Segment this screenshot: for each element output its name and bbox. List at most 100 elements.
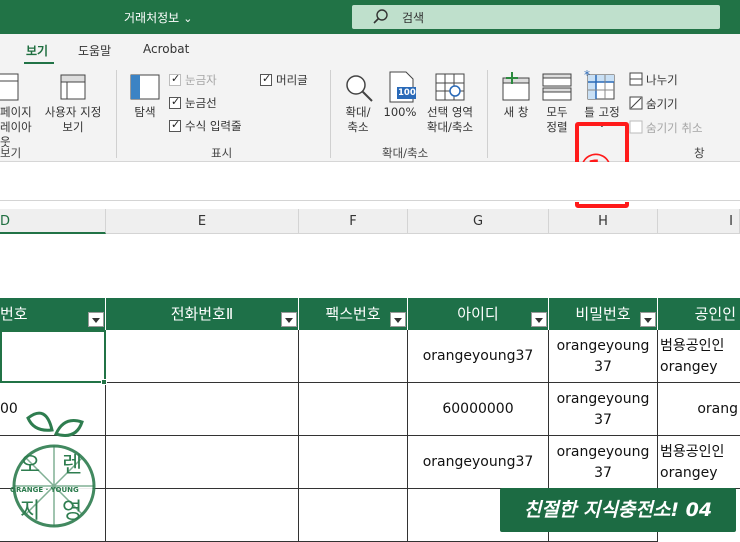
freeze-panes-label: 틀 고정	[584, 105, 620, 119]
table-cell[interactable]	[106, 383, 299, 436]
split-button[interactable]: 나누기	[646, 72, 678, 88]
cell-line: orangeyoung	[556, 391, 650, 407]
page-layout-icon	[0, 73, 19, 101]
group-label-window: 창	[694, 146, 705, 160]
table-cell[interactable]	[299, 489, 408, 542]
header-label: 팩스번호	[325, 305, 381, 323]
cell-line: orang	[697, 401, 738, 417]
table-cell[interactable]: orang	[658, 383, 740, 436]
group-label-show: 표시	[211, 146, 233, 160]
search-placeholder: 검색	[402, 11, 425, 25]
search-box[interactable]: 검색	[352, 5, 720, 29]
workbook-title[interactable]: 거래처정보 ⌄	[124, 9, 192, 26]
table-cell[interactable]: 60000000	[408, 383, 549, 436]
zoom-magnifier-icon	[346, 75, 373, 102]
zoom-to-selection-icon	[435, 73, 465, 101]
table-cell[interactable]: 범용공인인 orangey	[658, 436, 740, 489]
table-cell[interactable]	[299, 383, 408, 436]
hide-button[interactable]: 숨기기	[646, 96, 678, 112]
cell-line: 범용공인인	[660, 444, 725, 460]
freeze-panes-icon: *	[584, 70, 615, 100]
channel-banner: 친절한 지식충전소! 04	[500, 488, 736, 532]
headings-checkbox[interactable]: 머리글	[260, 72, 308, 88]
custom-views-label-1: 사용자 지정	[44, 105, 102, 119]
tab-acrobat[interactable]: Acrobat	[143, 42, 189, 56]
ruler-checkbox[interactable]: 눈금자	[169, 72, 217, 88]
table-cell[interactable]: orangeyoung37	[549, 330, 658, 383]
table-cell[interactable]: orangeyoung37	[549, 436, 658, 489]
zoom-button[interactable]: 확대/ 축소	[338, 105, 378, 135]
zoom-100-button[interactable]: 100%	[382, 105, 418, 120]
tab-view[interactable]: 보기	[26, 42, 48, 59]
filter-dropdown-button[interactable]	[531, 312, 547, 327]
active-cell-border	[0, 330, 106, 383]
group-label-zoom: 확대/축소	[382, 146, 429, 160]
gridlines-label: 눈금선	[185, 96, 217, 110]
filter-dropdown-button[interactable]	[390, 312, 406, 327]
filter-dropdown-button[interactable]	[88, 312, 104, 327]
checkbox-box	[260, 72, 272, 86]
arrange-all-button[interactable]: 모두 정렬	[540, 105, 574, 135]
table-cell[interactable]: orangeyoung37	[549, 383, 658, 436]
new-window-icon	[502, 72, 530, 101]
new-window-button[interactable]: 새 창	[498, 105, 534, 120]
table-header-cell: 전화번호Ⅱ	[106, 298, 299, 330]
column-header-i[interactable]: I	[658, 209, 740, 234]
table-cell[interactable]: 범용공인인 orangey	[658, 330, 740, 383]
svg-text:*: *	[584, 70, 590, 82]
custom-views-icon	[60, 74, 86, 100]
checkbox-box	[169, 95, 181, 109]
checkbox-box	[169, 72, 181, 86]
tab-help[interactable]: 도움말	[78, 42, 111, 59]
split-icon	[629, 72, 643, 86]
unhide-button[interactable]: 숨기기 취소	[646, 120, 703, 136]
cell-line: orangey	[660, 465, 718, 481]
fill-handle[interactable]	[101, 379, 107, 385]
filter-dropdown-button[interactable]	[640, 312, 656, 327]
page-layout-button[interactable]: 페이지 레이아웃	[0, 105, 34, 150]
navigation-button[interactable]: 탐색	[130, 105, 160, 120]
column-header-d[interactable]: D	[0, 209, 106, 234]
table-cell[interactable]	[106, 436, 299, 489]
ruler-label: 눈금자	[185, 73, 217, 87]
checkbox-box	[169, 118, 181, 132]
column-header-e[interactable]: E	[106, 209, 299, 234]
custom-views-button[interactable]: 사용자 지정 보기	[40, 105, 106, 135]
arrange-all-label-1: 모두	[546, 105, 568, 119]
column-header-g[interactable]: G	[408, 209, 549, 234]
arrange-all-icon	[542, 73, 572, 101]
logo-char: 렌	[62, 453, 82, 478]
table-cell[interactable]	[299, 436, 408, 489]
zoom-to-selection-button[interactable]: 선택 영역 확대/축소	[420, 105, 480, 135]
column-header-f[interactable]: F	[299, 209, 408, 234]
navigation-icon	[130, 74, 160, 100]
table-cell[interactable]	[106, 489, 299, 542]
search-icon	[373, 9, 388, 24]
group-label-workbook-views: 보기	[0, 146, 22, 160]
cell-line: orangeyoung	[556, 338, 650, 354]
formula-bar-label: 수식 입력줄	[185, 119, 242, 133]
hide-icon	[629, 96, 643, 110]
formula-bar-checkbox[interactable]: 수식 입력줄	[169, 118, 242, 134]
cell-line: 37	[594, 465, 612, 481]
table-cell[interactable]: orangeyoung37	[408, 330, 549, 383]
logo-char: 오	[20, 453, 40, 478]
zoom-100-icon	[389, 71, 416, 103]
table-cell[interactable]: orangeyoung37	[408, 436, 549, 489]
header-label: 전화번호Ⅱ	[170, 305, 234, 323]
ribbon-tabs: 보기 도움말 Acrobat	[0, 34, 740, 65]
custom-views-label-2: 보기	[62, 120, 84, 134]
cell-line: 범용공인인	[660, 338, 725, 354]
chevron-down-icon: ⌄	[183, 12, 193, 25]
table-header-cell: 비밀번호	[549, 298, 658, 330]
table-header-cell: 아이디	[408, 298, 549, 330]
table-cell[interactable]	[299, 330, 408, 383]
group-separator	[487, 70, 488, 158]
grid-top-line	[0, 200, 740, 201]
table-cell[interactable]	[106, 330, 299, 383]
gridlines-checkbox[interactable]: 눈금선	[169, 95, 217, 111]
cell-line: orangey	[660, 359, 718, 375]
column-header-h[interactable]: H	[549, 209, 658, 234]
filter-dropdown-button[interactable]	[281, 312, 297, 327]
zoom-selection-label-1: 선택 영역	[427, 105, 473, 119]
